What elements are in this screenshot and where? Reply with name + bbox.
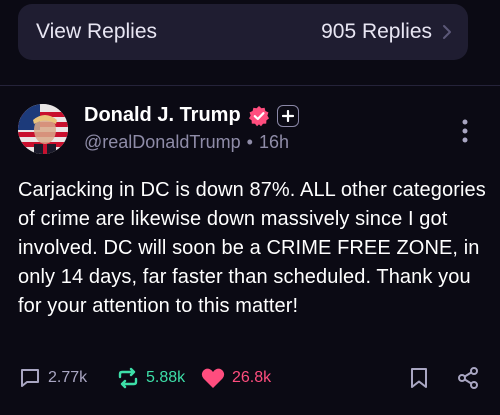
- reply-button[interactable]: 2.77k: [18, 366, 87, 390]
- post-text: Carjacking in DC is down 87%. ALL other …: [18, 179, 486, 317]
- post-actions: 2.77k 5.88k 26.8k: [18, 366, 484, 394]
- truth-thread-view: View Replies 905 Replies Donald J. Trump: [0, 0, 500, 415]
- meta-row: @realDonaldTrump • 16h: [84, 132, 289, 153]
- bookmark-icon: [411, 368, 427, 388]
- view-replies-label: View Replies: [36, 20, 158, 43]
- chevron-right-icon: [443, 25, 451, 39]
- bookmark-button[interactable]: [408, 366, 430, 390]
- post-time: 16h: [258, 132, 290, 152]
- retruth-button[interactable]: 5.88k: [116, 366, 185, 390]
- replies-count-group: 905 Replies: [321, 20, 454, 44]
- share-icon: [458, 367, 478, 389]
- like-count: 26.8k: [232, 369, 272, 386]
- view-replies-button[interactable]: View Replies 905 Replies: [18, 4, 468, 60]
- avatar-image: [18, 104, 68, 154]
- author-handle[interactable]: @realDonaldTrump: [84, 132, 241, 153]
- share-button[interactable]: [456, 366, 480, 390]
- retruth-icon: [118, 367, 138, 389]
- plus-icon[interactable]: [276, 104, 299, 127]
- author-name[interactable]: Donald J. Trump: [84, 104, 241, 127]
- divider: [0, 85, 500, 86]
- retruth-count: 5.88k: [146, 369, 186, 386]
- avatar[interactable]: [18, 104, 68, 154]
- author-row: Donald J. Trump: [84, 104, 299, 127]
- meta-separator: •: [246, 132, 253, 152]
- reply-icon: [21, 369, 39, 387]
- reply-count: 2.77k: [48, 369, 88, 386]
- heart-icon: [201, 368, 225, 388]
- verified-badge-icon: [248, 105, 269, 126]
- more-options-icon[interactable]: [458, 118, 472, 144]
- replies-count: 905 Replies: [321, 20, 432, 43]
- like-button[interactable]: 26.8k: [200, 366, 271, 390]
